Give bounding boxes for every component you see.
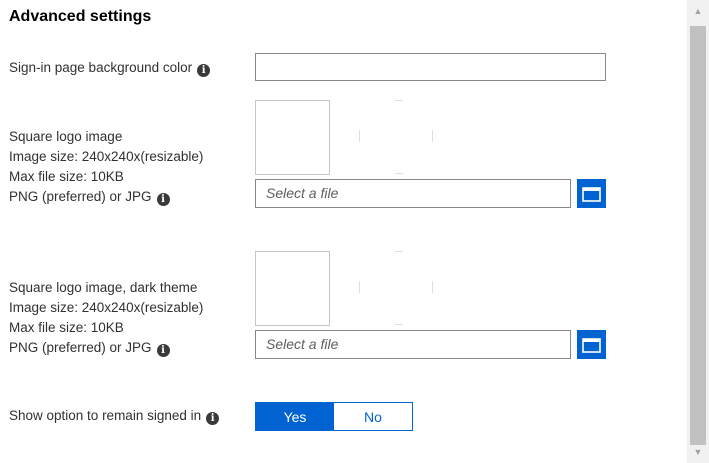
remain-signed-in-toggle[interactable]: Yes No: [255, 402, 413, 431]
bg-color-label-text: Sign-in page background color: [9, 60, 193, 75]
info-icon[interactable]: i: [197, 64, 211, 77]
square-logo-dark-label: Square logo image, dark theme Image size…: [9, 278, 203, 358]
info-icon[interactable]: i: [156, 344, 170, 357]
remain-signed-in-label: Show option to remain signed in i: [9, 406, 220, 426]
info-icon[interactable]: i: [206, 412, 220, 425]
square-logo-dark-size: Image size: 240x240x(resizable): [9, 300, 204, 315]
square-logo-dark-title: Square logo image, dark theme: [9, 280, 198, 295]
remain-signed-in-text: Show option to remain signed in: [9, 408, 202, 423]
square-logo-browse-button[interactable]: [577, 179, 606, 208]
scroll-thumb[interactable]: [690, 26, 706, 445]
square-logo-dark-file-input[interactable]: Select a file: [255, 330, 571, 359]
square-logo-placeholder-image: [359, 100, 433, 174]
square-logo-dark-browse-button[interactable]: [577, 330, 606, 359]
toggle-no[interactable]: No: [334, 403, 412, 430]
square-logo-dark-preview: [255, 251, 330, 326]
square-logo-preview: [255, 100, 330, 175]
bg-color-label: Sign-in page background color i: [9, 58, 211, 78]
folder-icon: [582, 186, 601, 202]
scroll-down-arrow-icon[interactable]: ▼: [687, 441, 709, 463]
square-logo-title: Square logo image: [9, 129, 123, 144]
square-logo-dark-format: PNG (preferred) or JPG: [9, 340, 152, 355]
vertical-scrollbar[interactable]: ▲ ▼: [687, 0, 709, 463]
scroll-up-arrow-icon[interactable]: ▲: [687, 0, 709, 22]
square-logo-dark-max: Max file size: 10KB: [9, 320, 124, 335]
bg-color-input[interactable]: [255, 53, 606, 81]
square-logo-file-input[interactable]: Select a file: [255, 179, 571, 208]
square-logo-label: Square logo image Image size: 240x240x(r…: [9, 127, 203, 207]
square-logo-format: PNG (preferred) or JPG: [9, 189, 152, 204]
info-icon[interactable]: i: [156, 193, 170, 206]
folder-icon: [582, 337, 601, 353]
square-logo-size: Image size: 240x240x(resizable): [9, 149, 204, 164]
section-title: Advanced settings: [9, 8, 152, 25]
square-logo-dark-placeholder-image: [359, 251, 433, 325]
square-logo-max: Max file size: 10KB: [9, 169, 124, 184]
toggle-yes[interactable]: Yes: [256, 403, 334, 430]
